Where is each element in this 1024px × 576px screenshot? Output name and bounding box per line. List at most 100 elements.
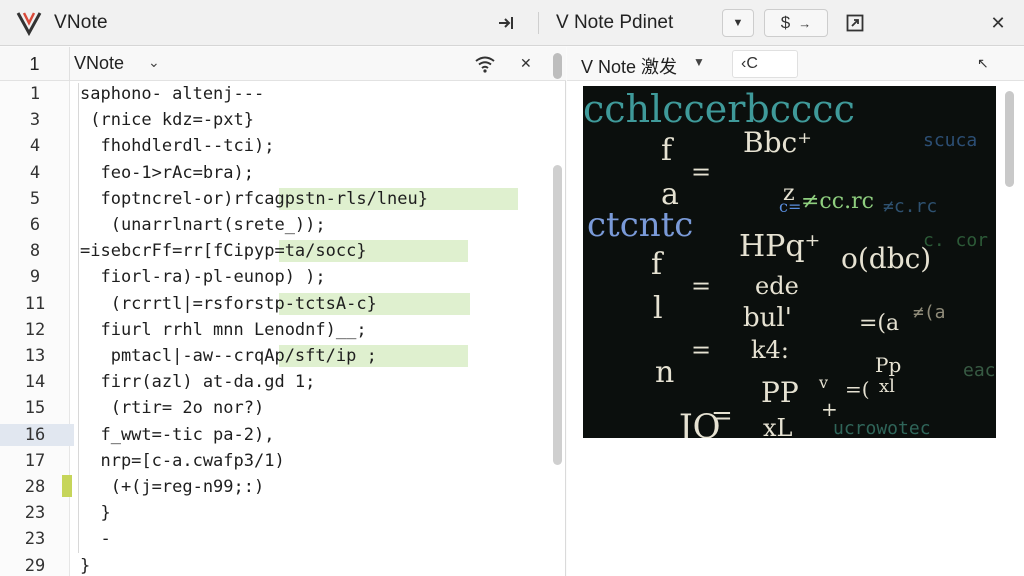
preview-scrollbar[interactable] <box>1005 91 1014 187</box>
diff-highlight <box>279 292 470 315</box>
diff-highlight <box>279 240 468 263</box>
formula-glyph: xl <box>879 376 895 397</box>
export-icon[interactable] <box>844 12 866 34</box>
line-number: 4 <box>29 136 41 157</box>
formula-glyph: HPq⁺ <box>739 229 820 264</box>
formula-glyph: k4: <box>751 336 789 364</box>
preview-window-title: V Note Pdinet <box>556 12 674 33</box>
background-chalk-text: c. cor <box>923 230 988 251</box>
chalkboard-math-image: fa=Bbc⁺zctcntc c= ≠cc.rcfl=HPq⁺edeo(dbc)bu… <box>583 86 996 438</box>
sync-scroll-button[interactable]: $ → <box>764 9 828 37</box>
preview-tab-bar: V Note 激发 ▼ ‹C ↖ <box>567 47 1024 81</box>
title-bar: VNote V Note Pdinet ▼ $ → ✕ <box>0 0 1024 46</box>
background-chalk-text: ≠c.rc <box>883 196 937 217</box>
code-line[interactable]: nrp=[c-a.cwafp3/1) <box>80 448 550 474</box>
line-number: 23 <box>24 529 46 550</box>
code-line[interactable]: feo-1>rAc=bra); <box>80 160 550 186</box>
line-number: 9 <box>29 267 41 288</box>
chevron-down-icon[interactable]: ▼ <box>693 55 705 69</box>
header-line-number: 1 <box>0 47 70 81</box>
arrow-up-left-icon[interactable]: ↖ <box>977 55 989 72</box>
code-line[interactable]: firr(azl) at-da.gd 1; <box>80 369 550 395</box>
code-line[interactable]: fiurl rrhl mnn Lenodnf)__; <box>80 317 550 343</box>
title-divider <box>538 12 539 34</box>
formula-glyph: ≠cc.rc <box>801 189 874 214</box>
code-line[interactable]: pmtacl|-aw--crqAp/sft/ip ; <box>80 343 550 369</box>
preview-pane: V Note 激发 ▼ ‹C ↖ f a = Bbc⁺ z ctcntc c= ≠cc.rc f… <box>567 47 1024 576</box>
formula-glyph: o(dbc) <box>841 242 931 275</box>
split-view-icon[interactable] <box>494 11 518 35</box>
code-line[interactable]: saphono- altenj--- <box>80 81 550 107</box>
pin-icon[interactable]: ✕ <box>520 55 532 72</box>
formula-glyph: c= <box>779 197 801 216</box>
indent-guide <box>78 83 79 553</box>
line-number: 3 <box>29 110 41 131</box>
dollar-icon: $ <box>780 13 791 32</box>
vnote-logo-icon <box>16 11 42 36</box>
code-line[interactable]: (rnice kdz=-pxt} <box>80 107 550 133</box>
formula-glyph: = <box>691 272 711 300</box>
formula-glyph: =(a <box>859 311 899 336</box>
line-number: 13 <box>24 346 46 366</box>
code-line[interactable]: - <box>80 526 550 552</box>
background-chalk-text: ≠(a <box>913 302 946 323</box>
formula-glyph: = <box>711 401 733 431</box>
line-number: 23 <box>24 503 46 524</box>
formula-glyph: Pp <box>875 353 901 377</box>
close-icon[interactable]: ✕ <box>986 11 1010 35</box>
code-line[interactable]: } <box>80 553 550 576</box>
line-number: 6 <box>29 215 41 235</box>
line-number: 15 <box>24 398 46 419</box>
editor-scrollbar-top[interactable] <box>553 53 562 79</box>
code-line[interactable]: } <box>80 500 550 526</box>
formula-glyph: = <box>691 336 711 364</box>
formula-glyph: xL <box>763 414 793 438</box>
formula-glyph: v <box>818 373 828 392</box>
formula-glyph: l <box>653 291 663 326</box>
preview-search-input[interactable]: ‹C <box>732 50 798 78</box>
line-number: 8 <box>29 241 41 262</box>
line-number: 14 <box>24 372 46 393</box>
code-line[interactable]: f_wwt=-tic pa-2), <box>80 422 550 448</box>
background-chalk-text: scuca <box>923 130 977 151</box>
editor-pane: 1 VNote ⌄ ✕ 1 3 4 4 5 6 8 9 11 12 13 14 15 16 17 28 23 23… <box>0 47 566 576</box>
preview-dropdown-button[interactable]: ▼ <box>722 9 754 37</box>
formula-glyph: bul' <box>743 303 792 333</box>
line-number: 5 <box>29 188 41 209</box>
chevron-down-icon[interactable]: ⌄ <box>148 54 160 71</box>
code-line[interactable]: (+(j=reg-n99;:) <box>80 474 550 500</box>
line-number: 16 <box>24 424 46 445</box>
chevron-down-icon: ▼ <box>732 17 744 29</box>
formula-glyph: ede <box>755 272 799 300</box>
vnote-window: VNote V Note Pdinet ▼ $ → ✕ 1 VNote ⌄ ✕ … <box>0 0 1024 576</box>
code-line[interactable]: (unarrlnart(srete_)); <box>80 212 550 238</box>
background-chalk-text: ucrowotec <box>833 418 931 438</box>
line-number: 4 <box>29 162 41 183</box>
line-number: 1 <box>29 84 41 104</box>
editor-scrollbar[interactable] <box>553 165 562 465</box>
line-number: 28 <box>24 477 46 497</box>
diff-highlight <box>279 187 518 210</box>
app-title: VNote <box>54 11 108 33</box>
formula-glyph: f <box>651 247 664 282</box>
diff-highlight <box>279 345 468 367</box>
line-number: 11 <box>24 293 46 314</box>
formula-glyph: PP <box>761 376 799 409</box>
code-line[interactable]: fhohdlerdl--tci); <box>80 133 550 159</box>
line-number: 29 <box>24 555 46 576</box>
line-number: 12 <box>24 319 46 340</box>
formula-glyph: = <box>691 158 711 186</box>
code-line[interactable]: fiorl-ra)-pl-eunop) ); <box>80 264 550 290</box>
code-line[interactable]: foptncrel-or)rfcagpstn-rls/lneu} <box>80 186 550 212</box>
code-line[interactable]: =isebcrFf=rr[fCipyp=ta/socc} <box>80 238 550 264</box>
editor-tab-label[interactable]: VNote <box>74 53 124 74</box>
code-line[interactable]: (rcrrtl|=rsforstp-tctsA-c} <box>80 291 550 317</box>
formula-glyph: cchlccerbcccc <box>583 87 855 131</box>
wifi-icon[interactable] <box>474 55 496 73</box>
formula-glyph: n <box>655 355 674 390</box>
background-chalk-text: eacc <box>963 360 996 381</box>
preview-tab-label[interactable]: V Note 激发 <box>581 53 677 79</box>
editor-tab-bar: 1 VNote ⌄ ✕ <box>0 47 566 81</box>
arrow-right-icon: → <box>798 15 812 31</box>
code-line[interactable]: (rtir= 2o nor?) <box>80 395 550 421</box>
